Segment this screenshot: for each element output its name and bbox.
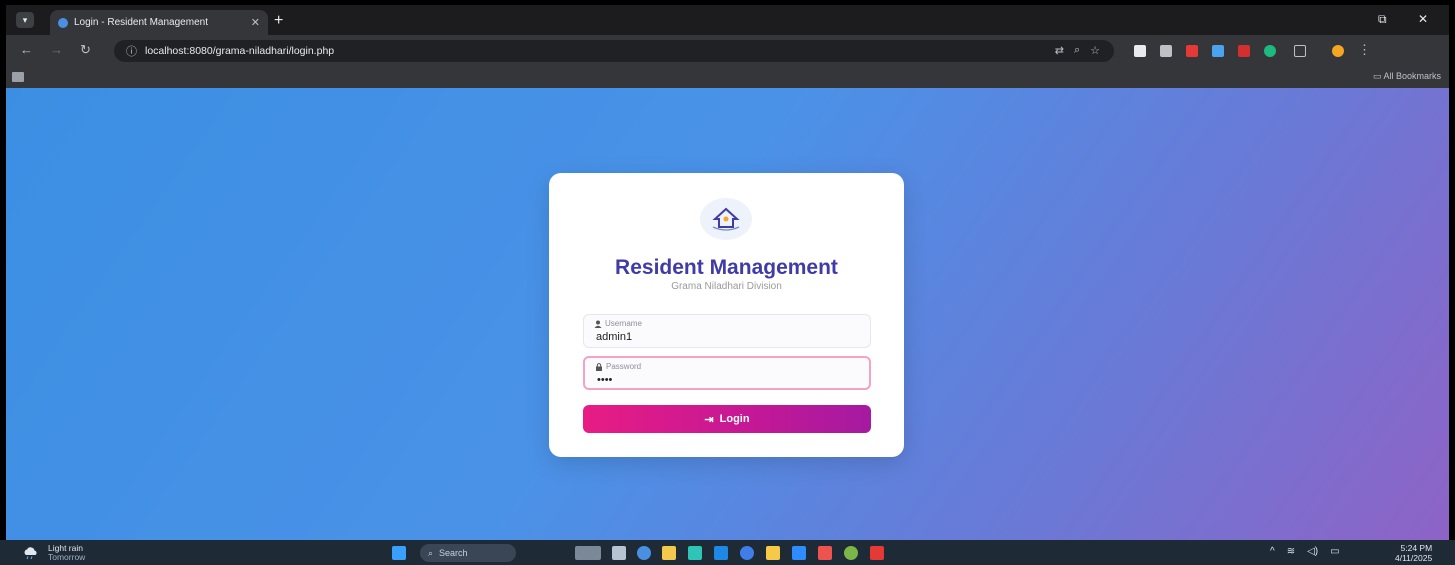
chrome-icon[interactable] [844,546,858,560]
chevron-up-icon[interactable]: ^ [1270,546,1275,557]
extensions-puzzle-icon[interactable] [1294,45,1306,57]
translate-icon[interactable]: ⇄ [1055,44,1064,57]
restore-window-icon[interactable]: ⧉ [1378,12,1387,27]
weather-widget[interactable]: Light rain Tomorrow [22,544,85,562]
close-window-icon[interactable]: ✕ [1418,12,1428,26]
extension-icon[interactable] [1264,45,1276,57]
app-icon[interactable] [714,546,728,560]
zoom-icon[interactable]: ⌕ [1074,44,1080,57]
weather-subtitle: Tomorrow [48,552,86,562]
edge-icon[interactable] [740,546,754,560]
login-icon: ⇥ [704,413,714,426]
task-view-icon[interactable] [612,546,626,560]
search-label: Search [439,548,468,558]
username-input[interactable] [596,331,856,343]
extension-icon[interactable] [1186,45,1198,57]
login-button[interactable]: ⇥ Login [583,405,871,433]
clock-time: 5:24 PM [1400,543,1433,553]
password-label-text: Password [606,362,642,371]
tab-title: Login - Resident Management [74,17,208,28]
favicon-icon [58,17,68,28]
clock-date: 4/11/2025 [1395,553,1433,563]
search-icon: ⌕ [428,547,434,558]
menu-icon[interactable]: ⋮ [1358,43,1371,57]
battery-icon[interactable]: ▭ [1330,546,1339,557]
page-background: Resident Management Grama Niladhari Divi… [6,88,1449,540]
username-label-text: Username [605,319,642,328]
vscode-icon[interactable] [792,546,806,560]
pdf-icon[interactable] [870,546,884,560]
page-title: Resident Management [615,256,838,279]
clock[interactable]: 5:24 PM 4/11/2025 [1395,543,1432,563]
address-bar[interactable]: ⓘ localhost:8080/grama-niladhari/login.p… [114,40,1114,62]
password-label: Password [595,362,641,371]
tab-close-icon[interactable]: ✕ [251,16,260,29]
url-text: localhost:8080/grama-niladhari/login.php [145,45,335,57]
wifi-icon[interactable]: ≋ [1287,546,1295,557]
lock-icon [596,362,602,371]
site-info-icon[interactable]: ⓘ [126,43,137,59]
mail-icon[interactable] [818,546,832,560]
store-icon[interactable] [688,546,702,560]
widget-icon[interactable] [575,546,601,560]
password-input[interactable] [597,374,857,386]
taskbar-search[interactable]: ⌕ Search [420,544,516,562]
page-subtitle: Grama Niladhari Division [671,281,782,292]
bookmark-star-icon[interactable]: ☆ [1090,44,1100,57]
reload-icon[interactable]: ↻ [80,43,91,57]
extension-icon[interactable] [1134,45,1146,57]
browser-toolbar: ← → ↻ ⓘ localhost:8080/grama-niladhari/l… [6,35,1449,67]
extension-icon[interactable] [1238,45,1250,57]
system-tray: ^ ≋ ◁) ▭ [1270,546,1340,557]
profile-avatar[interactable] [1332,45,1344,57]
new-tab-button[interactable]: + [274,13,283,29]
back-icon[interactable]: ← [20,43,33,57]
copilot-icon[interactable] [637,546,651,560]
bookmarks-bar: ▭ All Bookmarks [6,67,1449,88]
username-label: Username [594,319,642,328]
tab-login[interactable]: Login - Resident Management ✕ [50,10,268,35]
extension-icon[interactable] [1212,45,1224,57]
login-button-label: Login [719,413,750,425]
all-bookmarks-label: All Bookmarks [1383,71,1441,81]
apps-icon[interactable] [12,72,24,82]
password-field[interactable]: Password [583,356,871,390]
rain-cloud-icon [24,547,37,560]
all-bookmarks[interactable]: ▭ All Bookmarks [1373,71,1441,82]
file-explorer-icon[interactable] [662,546,676,560]
username-field[interactable]: Username [583,314,871,348]
notes-icon[interactable] [766,546,780,560]
user-icon [594,320,602,328]
volume-icon[interactable]: ◁) [1307,546,1318,557]
login-card: Resident Management Grama Niladhari Divi… [549,173,904,457]
tab-search-button[interactable]: ▾ [16,12,34,28]
tab-strip: ▾ Login - Resident Management ✕ + ⧉ ✕ [6,5,1449,35]
home-logo-icon [700,198,752,240]
forward-icon[interactable]: → [50,43,63,57]
start-windows-icon[interactable] [392,546,406,560]
browser-chrome: ▾ Login - Resident Management ✕ + ⧉ ✕ ← … [6,5,1449,88]
taskbar: Light rain Tomorrow ⌕ Search ^ ≋ ◁) ▭ 5:… [0,540,1455,565]
extension-icon[interactable] [1160,45,1172,57]
